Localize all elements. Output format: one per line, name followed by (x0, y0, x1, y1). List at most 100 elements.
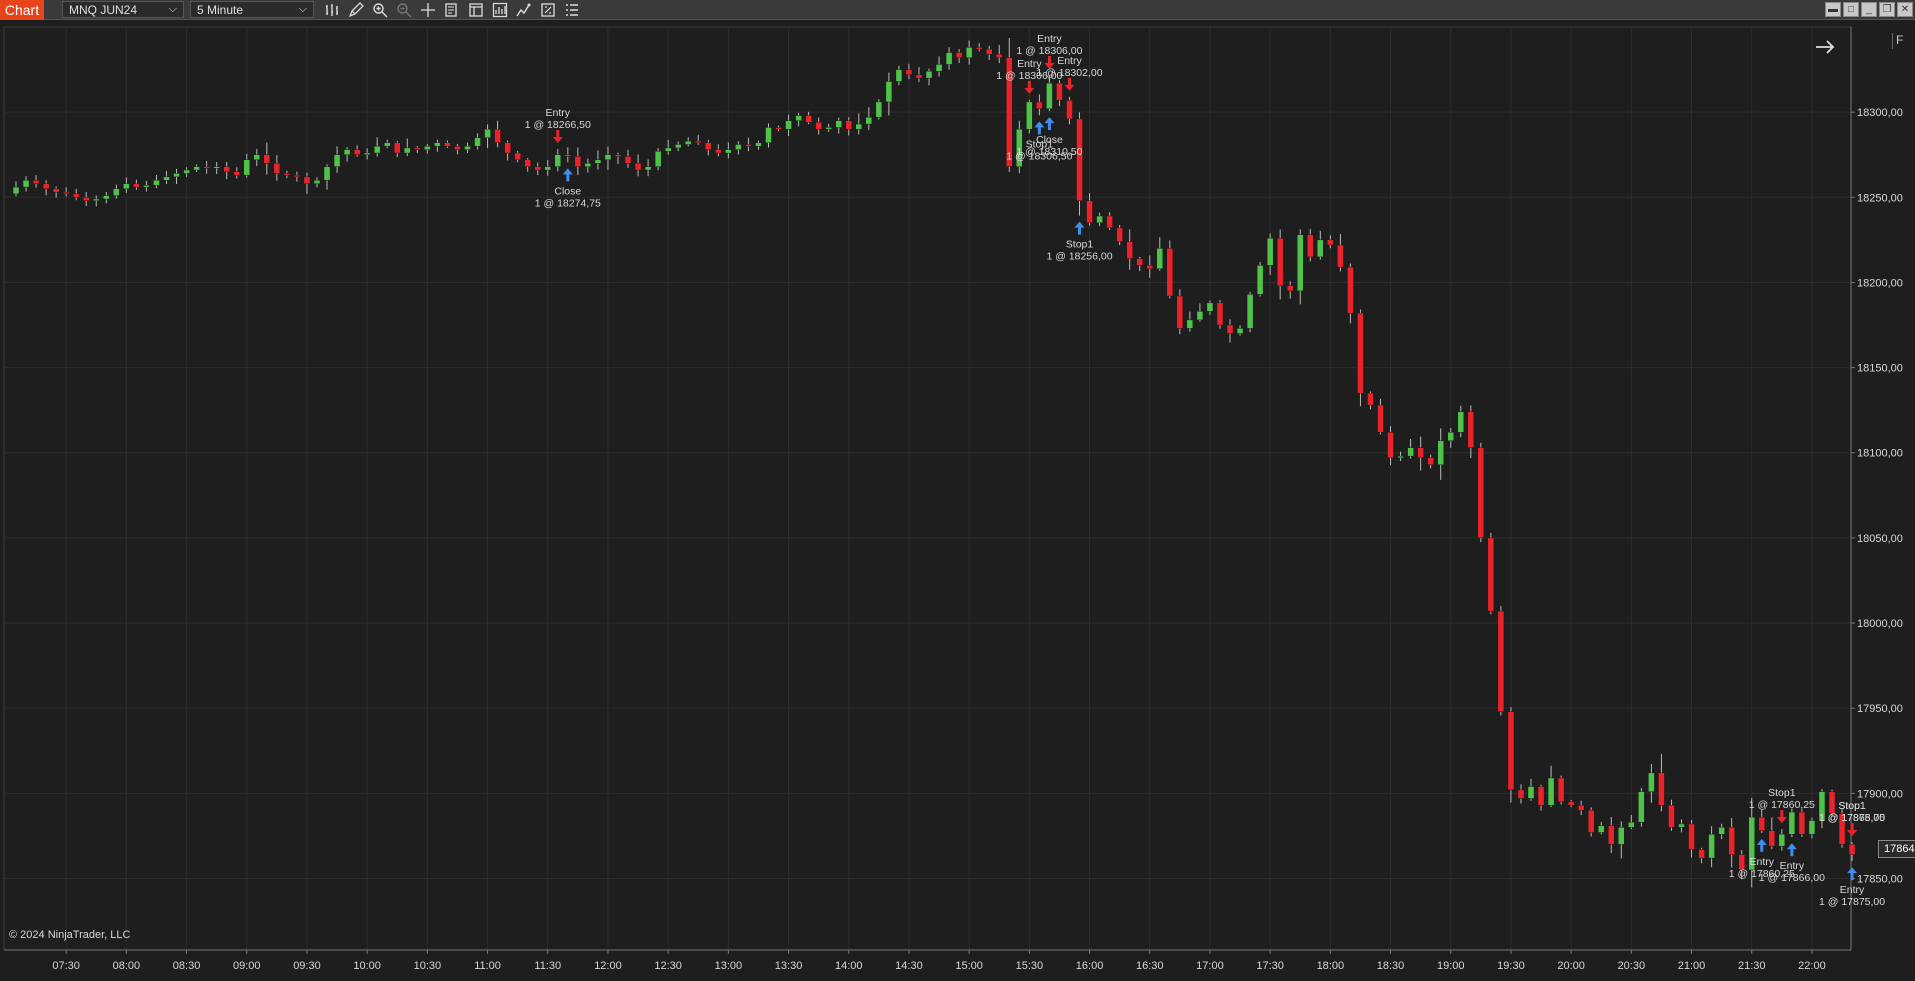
candle-body (1608, 825, 1615, 845)
marker-label: Entry (1780, 860, 1805, 872)
candle-body (1678, 823, 1685, 828)
candle (775, 125, 782, 132)
candle-body (795, 115, 802, 121)
marker-label: Stop1 (1066, 239, 1094, 251)
bars-type-icon[interactable] (320, 0, 344, 20)
crosshair-icon[interactable] (416, 0, 440, 20)
candle (935, 56, 943, 77)
candle-body (1537, 786, 1545, 806)
candle (1226, 319, 1234, 343)
object-list-icon[interactable] (560, 0, 584, 20)
candle-body (323, 166, 331, 181)
candle (163, 170, 170, 185)
candle (1186, 311, 1194, 332)
candle (1638, 788, 1645, 827)
data-box-icon[interactable] (440, 0, 464, 20)
candle (574, 147, 582, 175)
x-tick-label: 19:00 (1437, 960, 1465, 972)
candle (283, 170, 291, 179)
candle (554, 148, 561, 172)
instrument-selector[interactable]: MNQ JUN24 ⌵ (62, 1, 184, 18)
candle (1317, 230, 1324, 260)
candle-body (1236, 328, 1244, 334)
candle-body (925, 71, 933, 79)
candle (1086, 193, 1093, 226)
strategies-icon[interactable] (512, 0, 536, 20)
chart-properties-icon[interactable] (464, 0, 488, 20)
candle (1788, 808, 1796, 838)
zoom-out-icon[interactable] (392, 0, 416, 20)
candle (83, 192, 90, 207)
candle-body (1457, 411, 1464, 433)
indicators-icon[interactable] (488, 0, 512, 20)
candle-body (745, 144, 752, 147)
candle-body (715, 149, 722, 154)
candle-body (965, 47, 973, 58)
candle (243, 153, 250, 178)
chevron-down-icon: ⌵ (168, 3, 177, 15)
marker-price: 1 @ 18302,00 (1036, 67, 1102, 79)
candle-body (695, 140, 702, 144)
panel-f-label: F (1892, 33, 1903, 49)
candle-body (935, 64, 943, 72)
scroll-to-latest-icon[interactable] (1814, 38, 1836, 56)
minimize-button[interactable]: _ (1861, 2, 1877, 17)
candle-body (1066, 100, 1073, 120)
candle-body (554, 154, 561, 167)
candle (925, 68, 933, 86)
candle-body (1407, 447, 1414, 457)
chart-panel[interactable]: 18300,00 18250,00 18200,00 18150,00 18100,00… (0, 21, 1915, 981)
candle (604, 146, 612, 171)
marker-label: Stop1 (1838, 800, 1866, 812)
candle-body (1136, 258, 1143, 266)
candle-body (484, 128, 491, 138)
candle-body (1638, 791, 1645, 823)
x-tick-label: 10:30 (414, 960, 442, 972)
candle (835, 117, 842, 134)
candle (965, 40, 973, 65)
candle (434, 139, 441, 152)
candle (1598, 821, 1605, 835)
candle (1136, 256, 1143, 272)
templates-icon[interactable] (536, 0, 560, 20)
candle (223, 161, 230, 180)
chart-toolbar: Chart MNQ JUN24 ⌵ 5 Minute ⌵ ▬ □ _ ❐ ✕ (0, 0, 1915, 20)
y-tick-label: 18050,00 (1857, 533, 1903, 545)
copyright-text: © 2024 NinjaTrader, LLC (9, 929, 131, 941)
zoom-in-icon[interactable] (368, 0, 392, 20)
price-chart[interactable]: 18300,00 18250,00 18200,00 18150,00 18100,00… (0, 21, 1915, 981)
candle-body (113, 188, 120, 196)
candle (1196, 303, 1204, 322)
candle (1126, 229, 1133, 270)
candle (1778, 829, 1786, 851)
chart-tab[interactable]: Chart (0, 0, 44, 20)
y-tick-label: 18200,00 (1857, 277, 1903, 289)
candle-body (986, 48, 993, 55)
candle (765, 123, 772, 148)
restore-all-button[interactable]: □ (1843, 2, 1859, 17)
candle (695, 134, 702, 145)
candle-body (955, 52, 963, 58)
candle-body (434, 142, 441, 147)
candle (725, 142, 732, 159)
candle-body (153, 180, 160, 186)
close-button[interactable]: ✕ (1897, 2, 1913, 17)
candle-body (1688, 823, 1695, 850)
candle (72, 188, 80, 201)
candle (845, 117, 852, 136)
draw-pencil-icon[interactable] (344, 0, 368, 20)
candle (504, 140, 511, 161)
restore-button[interactable]: ❐ (1879, 2, 1895, 17)
minimize-all-button[interactable]: ▬ (1825, 2, 1841, 17)
candle-body (1076, 118, 1083, 201)
candle (1848, 842, 1856, 862)
candle (323, 164, 331, 190)
candle-body (1266, 237, 1274, 266)
buy-arrow-icon (1756, 838, 1767, 852)
candle-body (143, 185, 150, 188)
x-tick-label: 10:00 (353, 960, 381, 972)
candle-body (313, 180, 321, 184)
candle (624, 149, 632, 168)
candle-body (915, 74, 923, 79)
interval-selector[interactable]: 5 Minute ⌵ (190, 1, 314, 18)
